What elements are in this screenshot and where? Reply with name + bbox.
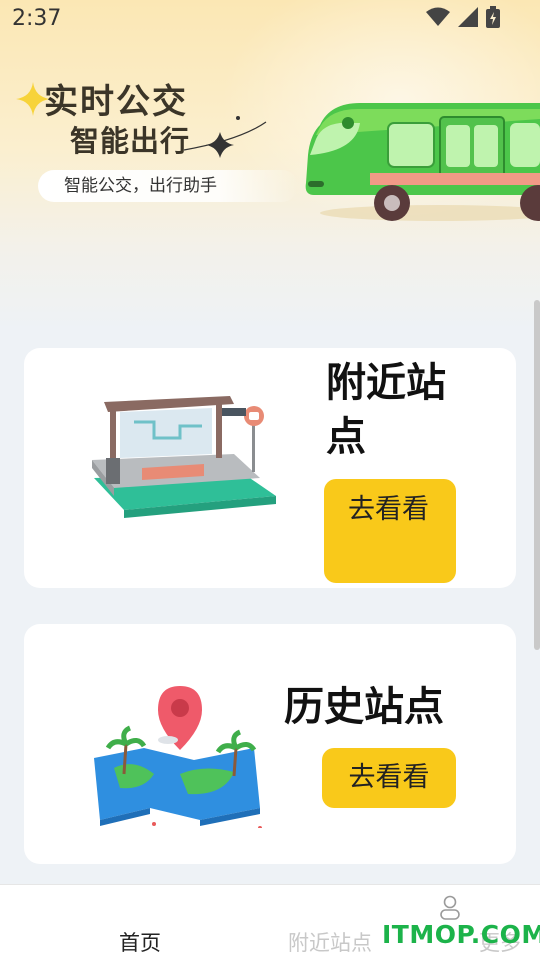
hero-title: 实时公交 [44,82,188,122]
signal-icon [458,7,478,27]
nearby-go-button[interactable]: 去看看 [324,479,456,583]
hero-subtitle: 智能出行 [70,124,191,158]
nearby-stations-card[interactable]: 附近站点 去看看 [24,348,516,588]
map-pin-icon [94,686,262,828]
hero-banner: 2:37 实时公交 智能出行 智能公交，出行助手 [0,0,540,330]
battery-icon [486,6,500,28]
card-title-history: 历史站点 [284,684,444,730]
history-go-button[interactable]: 去看看 [322,748,456,808]
watermark: ITMOP.COM [382,920,540,949]
bus-stop-icon [92,396,276,518]
tab-nearby-label: 附近站点 [288,931,372,955]
tab-home-label: 首页 [119,931,161,955]
status-icons [426,6,500,28]
wifi-icon [426,7,450,26]
bus-illustration [305,103,540,221]
scrollbar[interactable] [534,300,540,650]
card-title-nearby: 附近站点 [326,360,446,460]
status-time: 2:37 [12,6,62,31]
user-icon [440,895,460,920]
history-stations-card[interactable]: 历史站点 去看看 [24,624,516,864]
hero-tagline: 智能公交，出行助手 [38,170,298,202]
orbit-decoration [183,116,267,158]
tab-nearby[interactable]: 附近站点 [210,885,372,961]
tab-home[interactable]: 首页 [40,885,161,961]
status-bar: 2:37 [0,0,540,36]
